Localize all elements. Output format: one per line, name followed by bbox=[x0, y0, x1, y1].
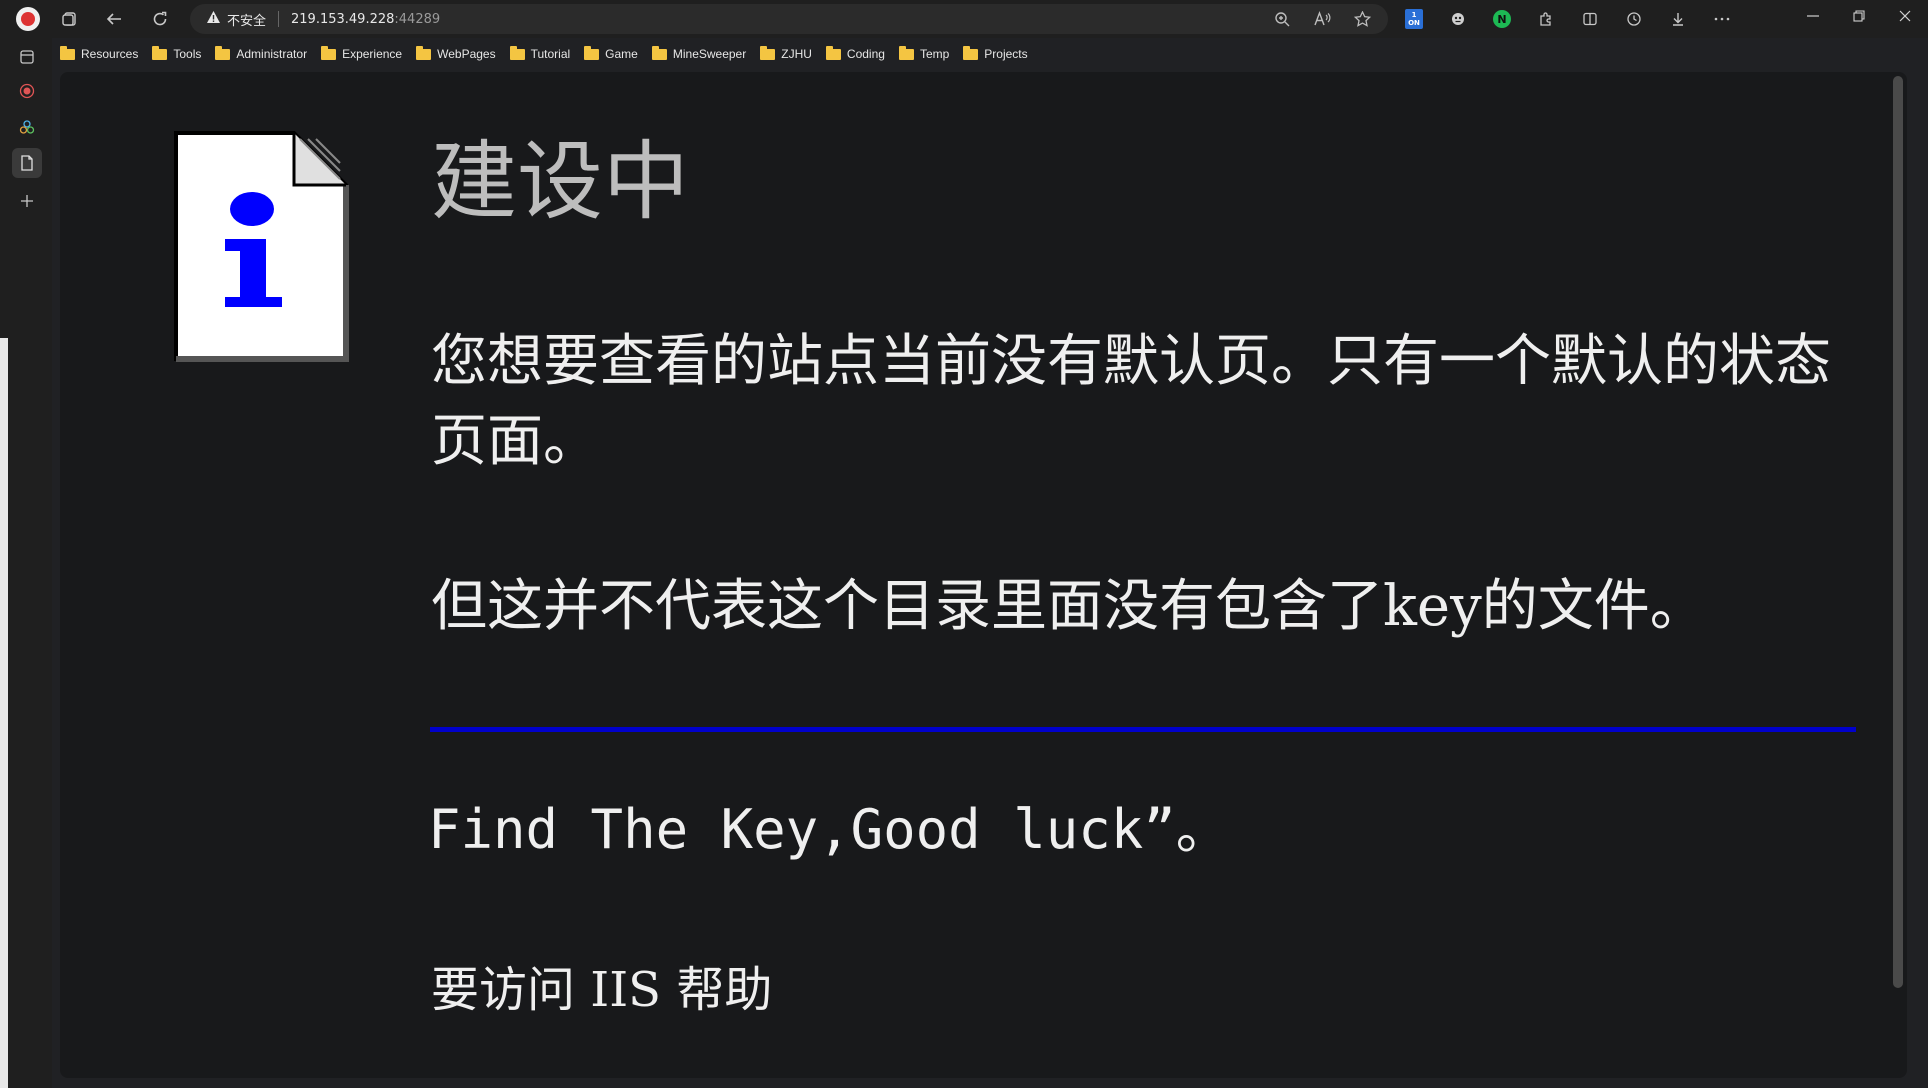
more-menu-icon[interactable] bbox=[1700, 3, 1744, 35]
iis-help-link[interactable]: 要访问 IIS 帮助 bbox=[431, 957, 772, 1023]
bookmark-label: Resources bbox=[81, 47, 139, 61]
vertical-scrollbar[interactable] bbox=[1893, 76, 1903, 988]
bookmark-tools[interactable]: Tools bbox=[152, 45, 202, 61]
window-controls bbox=[1790, 0, 1928, 32]
split-screen-icon[interactable] bbox=[1568, 3, 1612, 35]
bookmark-projects[interactable]: Projects bbox=[963, 45, 1028, 61]
bookmark-resources[interactable]: Resources bbox=[60, 45, 139, 61]
bookmark-label: Tutorial bbox=[530, 47, 571, 61]
extension-n-icon[interactable]: N bbox=[1480, 3, 1524, 35]
extension-on-badge: 1 ON bbox=[1405, 9, 1423, 29]
folder-icon bbox=[60, 45, 75, 60]
bookmark-temp[interactable]: Temp bbox=[898, 45, 950, 61]
folder-icon bbox=[321, 45, 337, 60]
bookmark-webpages[interactable]: WebPages bbox=[416, 45, 496, 61]
url-host[interactable]: 219.153.49.228 bbox=[291, 12, 394, 27]
toolbar-extensions: 1 ON N bbox=[1392, 3, 1744, 35]
key-hint-message: 但这并不代表这个目录里面没有包含了key的文件。 bbox=[431, 574, 1706, 639]
address-bar[interactable]: 不安全 219.153.49.228:44289 bbox=[190, 4, 1388, 34]
folder-icon bbox=[152, 45, 168, 60]
bookmark-label: Experience bbox=[342, 47, 403, 61]
folder-icon bbox=[963, 45, 979, 60]
bookmark-coding[interactable]: Coding bbox=[825, 45, 885, 61]
back-arrow-icon[interactable] bbox=[96, 3, 132, 35]
extension-n-badge: N bbox=[1493, 10, 1511, 28]
bookmark-label: Administrator bbox=[236, 47, 308, 61]
page-heading: 建设中 bbox=[431, 132, 689, 232]
info-document-icon bbox=[174, 131, 349, 362]
warning-icon bbox=[206, 10, 221, 28]
bookmark-minesweeper[interactable]: MineSweeper bbox=[651, 45, 747, 61]
bookmark-tutorial[interactable]: Tutorial bbox=[509, 45, 571, 61]
folder-icon bbox=[416, 45, 432, 60]
address-bar-actions bbox=[1264, 4, 1380, 34]
bookmark-experience[interactable]: Experience bbox=[321, 45, 403, 61]
extension-shield-icon[interactable] bbox=[1436, 3, 1480, 35]
folder-icon bbox=[509, 45, 525, 60]
record-icon[interactable] bbox=[14, 78, 40, 104]
browser-toolbar: 不安全 219.153.49.228:44289 1 ON N bbox=[0, 0, 1928, 38]
close-icon[interactable] bbox=[1882, 0, 1928, 32]
bookmark-zjhu[interactable]: ZJHU bbox=[760, 45, 812, 61]
zoom-icon[interactable] bbox=[1264, 4, 1300, 34]
tab-actions-icon[interactable] bbox=[52, 3, 88, 35]
sidebar-panel-edge bbox=[0, 338, 8, 1088]
favorite-star-icon[interactable] bbox=[1344, 4, 1380, 34]
url-port[interactable]: :44289 bbox=[394, 12, 440, 27]
bookmark-label: Game bbox=[605, 47, 638, 61]
add-plus-icon[interactable] bbox=[14, 188, 40, 214]
security-indicator[interactable]: 不安全 bbox=[206, 10, 266, 29]
find-key-message: Find The Key,Good luck”。 bbox=[428, 798, 1230, 861]
bookmark-game[interactable]: Game bbox=[584, 45, 638, 61]
bookmarks-bar: Resources Tools Administrator Experience… bbox=[60, 42, 1042, 66]
extension-on-icon[interactable]: 1 ON bbox=[1392, 3, 1436, 35]
folder-icon bbox=[584, 45, 600, 60]
page-content: 建设中 您想要查看的站点当前没有默认页。只有一个默认的状态页面。 但这并不代表这… bbox=[60, 72, 1907, 1078]
restore-icon[interactable] bbox=[1836, 0, 1882, 32]
history-icon[interactable] bbox=[1612, 3, 1656, 35]
horizontal-divider bbox=[430, 727, 1856, 732]
bookmark-label: ZJHU bbox=[781, 47, 812, 61]
read-aloud-icon[interactable] bbox=[1304, 4, 1340, 34]
profile-avatar-image bbox=[21, 12, 35, 26]
browser-sidebar bbox=[0, 38, 52, 1088]
extension-on-digit: 1 bbox=[1411, 11, 1417, 19]
collections-icon[interactable] bbox=[14, 114, 40, 140]
bookmark-label: Projects bbox=[984, 47, 1028, 61]
bookmark-administrator[interactable]: Administrator bbox=[215, 45, 308, 61]
folder-icon bbox=[215, 45, 231, 60]
extension-on-label: ON bbox=[1408, 19, 1420, 27]
folder-icon bbox=[760, 45, 776, 60]
minimize-icon[interactable] bbox=[1790, 0, 1836, 32]
reload-icon[interactable] bbox=[142, 3, 178, 35]
bookmark-label: Temp bbox=[919, 47, 950, 61]
browser-window: 不安全 219.153.49.228:44289 1 ON N Resourc… bbox=[0, 0, 1928, 1088]
security-label: 不安全 bbox=[227, 13, 267, 29]
bookmark-label: Tools bbox=[173, 47, 202, 61]
folder-icon bbox=[825, 45, 841, 60]
bookmark-label: WebPages bbox=[437, 47, 496, 61]
bookmark-label: MineSweeper bbox=[672, 47, 747, 61]
profile-avatar[interactable] bbox=[16, 7, 40, 31]
address-separator bbox=[278, 11, 280, 27]
page-document-icon[interactable] bbox=[12, 148, 42, 178]
extensions-puzzle-icon[interactable] bbox=[1524, 3, 1568, 35]
no-default-page-message: 您想要查看的站点当前没有默认页。只有一个默认的状态页面。 bbox=[431, 329, 1831, 474]
bookmark-label: Coding bbox=[846, 47, 885, 61]
download-icon[interactable] bbox=[1656, 3, 1700, 35]
folder-icon bbox=[651, 45, 667, 60]
vertical-tabs-icon[interactable] bbox=[14, 44, 40, 70]
folder-icon bbox=[898, 45, 914, 60]
